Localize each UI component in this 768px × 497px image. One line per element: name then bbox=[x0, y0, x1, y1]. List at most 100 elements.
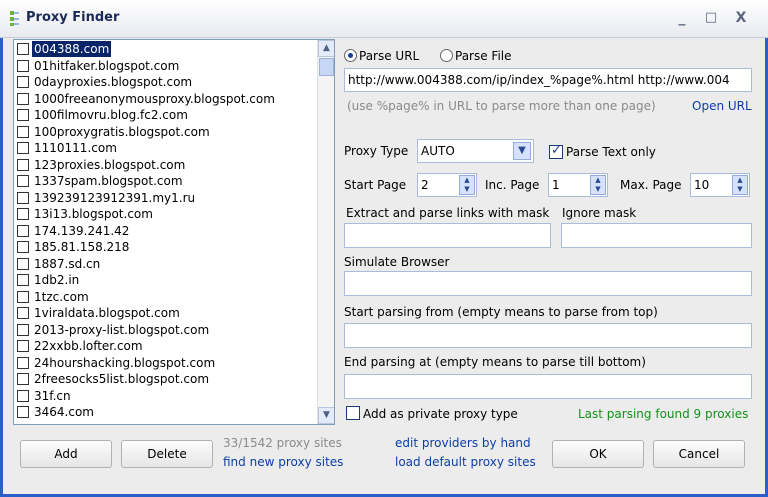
scroll-up-button[interactable]: ▲ bbox=[318, 40, 334, 57]
list-item[interactable]: 139239123912391.my1.ru bbox=[14, 190, 319, 206]
chevron-down-icon[interactable]: ▼ bbox=[513, 142, 531, 160]
site-name: 22xxbb.lofter.com bbox=[34, 339, 143, 353]
site-checkbox[interactable] bbox=[17, 76, 29, 88]
site-name: 2freesocks5list.blogspot.com bbox=[34, 372, 210, 386]
list-scrollbar[interactable]: ▲ ▼ bbox=[317, 40, 334, 424]
site-name: 004388.com bbox=[30, 40, 113, 58]
site-checkbox[interactable] bbox=[17, 125, 29, 138]
site-checkbox[interactable] bbox=[17, 307, 29, 319]
add-button[interactable]: Add bbox=[20, 440, 112, 468]
spin-arrows-icon[interactable]: ▲ ▼ bbox=[459, 175, 475, 195]
max-page-stepper[interactable]: 10 ▲ ▼ bbox=[690, 173, 750, 197]
scroll-down-button[interactable]: ▼ bbox=[318, 407, 334, 424]
find-new-sites-link[interactable]: find new proxy sites bbox=[223, 455, 343, 469]
site-checkbox[interactable] bbox=[17, 43, 29, 55]
list-item[interactable]: 13i13.blogspot.com bbox=[14, 206, 319, 222]
site-name: 123proxies.blogspot.com bbox=[34, 157, 186, 172]
site-name: 100filmovru.blog.fc2.com bbox=[34, 108, 188, 122]
list-item[interactable]: 1110111.com bbox=[14, 140, 319, 156]
site-checkbox[interactable] bbox=[17, 142, 29, 154]
list-item[interactable]: 1887.sd.cn bbox=[14, 256, 319, 272]
ok-button[interactable]: OK bbox=[552, 440, 644, 468]
site-name: 1db2.in bbox=[34, 273, 80, 287]
site-checkbox[interactable] bbox=[17, 208, 29, 220]
spin-arrows-icon[interactable]: ▲ ▼ bbox=[590, 175, 606, 195]
site-checkbox[interactable] bbox=[17, 241, 29, 253]
site-name: 1viraldata.blogspot.com bbox=[34, 306, 180, 320]
load-default-link[interactable]: load default proxy sites bbox=[395, 455, 536, 469]
site-checkbox[interactable] bbox=[17, 373, 29, 385]
site-checkbox[interactable] bbox=[17, 158, 29, 171]
end-parsing-input[interactable] bbox=[344, 374, 752, 399]
site-name: 1337spam.blogspot.com bbox=[34, 174, 183, 188]
site-checkbox[interactable] bbox=[17, 389, 29, 402]
maximize-button[interactable]: □ bbox=[700, 8, 722, 30]
start-page-stepper[interactable]: 2 ▲ ▼ bbox=[417, 173, 477, 197]
site-checkbox[interactable] bbox=[17, 356, 29, 369]
simulate-browser-input[interactable] bbox=[344, 271, 752, 296]
extract-mask-input[interactable] bbox=[344, 223, 551, 248]
list-item[interactable]: 01hitfaker.blogspot.com bbox=[14, 58, 319, 74]
ignore-mask-input[interactable] bbox=[561, 223, 752, 248]
site-checkbox[interactable] bbox=[17, 323, 29, 336]
start-page-label: Start Page bbox=[344, 178, 407, 192]
list-item[interactable]: 100proxygratis.blogspot.com bbox=[14, 124, 319, 140]
list-item[interactable]: 174.139.241.42 bbox=[14, 223, 319, 239]
site-checkbox[interactable] bbox=[17, 290, 29, 303]
list-item[interactable]: 123proxies.blogspot.com bbox=[14, 157, 319, 173]
list-item[interactable]: 2freesocks5list.blogspot.com bbox=[14, 371, 319, 387]
url-hint: (use %page% in URL to parse more than on… bbox=[347, 99, 656, 113]
list-item[interactable]: 31f.cn bbox=[14, 388, 319, 404]
site-checkbox[interactable] bbox=[17, 406, 29, 418]
inc-page-stepper[interactable]: 1 ▲ ▼ bbox=[548, 173, 608, 197]
spin-arrows-icon[interactable]: ▲ ▼ bbox=[732, 175, 748, 195]
list-item[interactable]: 24hourshacking.blogspot.com bbox=[14, 355, 319, 371]
parse-file-label[interactable]: Parse File bbox=[455, 49, 512, 63]
site-checkbox[interactable] bbox=[17, 274, 29, 286]
site-checkbox[interactable] bbox=[17, 59, 29, 72]
list-item[interactable]: 3464.com bbox=[14, 404, 319, 420]
list-item[interactable]: 004388.com bbox=[14, 40, 319, 58]
list-item[interactable]: 1337spam.blogspot.com bbox=[14, 173, 319, 189]
delete-button[interactable]: Delete bbox=[121, 440, 213, 468]
site-checkbox[interactable] bbox=[17, 224, 29, 237]
private-proxy-label[interactable]: Add as private proxy type bbox=[363, 407, 518, 421]
open-url-link[interactable]: Open URL bbox=[692, 99, 752, 113]
parse-text-only-label[interactable]: Parse Text only bbox=[566, 145, 656, 159]
proxy-type-select[interactable]: AUTO ▼ bbox=[417, 139, 534, 163]
cancel-button[interactable]: Cancel bbox=[653, 440, 745, 468]
start-parsing-input[interactable] bbox=[344, 323, 752, 348]
proxy-site-list[interactable]: 004388.com 01hitfaker.blogspot.com 0daypro… bbox=[13, 39, 335, 425]
site-checkbox[interactable] bbox=[17, 109, 29, 121]
title-bar[interactable]: Proxy Finder _ □ X bbox=[0, 0, 768, 38]
list-item[interactable]: 1db2.in bbox=[14, 272, 319, 288]
list-item[interactable]: 100filmovru.blog.fc2.com bbox=[14, 107, 319, 123]
minimize-button[interactable]: _ bbox=[671, 8, 693, 30]
parse-url-radio[interactable] bbox=[344, 49, 357, 62]
list-item[interactable]: 22xxbb.lofter.com bbox=[14, 338, 319, 354]
parse-url-label[interactable]: Parse URL bbox=[359, 49, 419, 63]
site-checkbox[interactable] bbox=[17, 175, 29, 187]
site-checkbox[interactable] bbox=[17, 92, 29, 105]
url-input[interactable]: http://www.004388.com/ip/index_%page%.ht… bbox=[344, 68, 752, 92]
site-checkbox[interactable] bbox=[17, 191, 29, 204]
edit-by-hand-link[interactable]: edit providers by hand bbox=[395, 436, 531, 450]
extract-mask-label: Extract and parse links with mask bbox=[346, 206, 550, 220]
site-name: 1110111.com bbox=[34, 141, 117, 155]
private-proxy-checkbox[interactable] bbox=[346, 406, 360, 420]
site-name: 174.139.241.42 bbox=[34, 223, 130, 238]
parse-file-radio[interactable] bbox=[440, 49, 453, 62]
site-name: 1887.sd.cn bbox=[34, 256, 101, 271]
list-item[interactable]: 1000freeanonymousproxy.blogspot.com bbox=[14, 91, 319, 107]
list-item[interactable]: 0dayproxies.blogspot.com bbox=[14, 74, 319, 90]
site-checkbox[interactable] bbox=[17, 340, 29, 352]
list-item[interactable]: 1viraldata.blogspot.com bbox=[14, 305, 319, 321]
list-item[interactable]: 2013-proxy-list.blogspot.com bbox=[14, 322, 319, 338]
scroll-thumb[interactable] bbox=[319, 58, 334, 76]
start-page-value: 2 bbox=[421, 178, 429, 192]
site-checkbox[interactable] bbox=[17, 257, 29, 270]
list-item[interactable]: 1tzc.com bbox=[14, 289, 319, 305]
close-button[interactable]: X bbox=[730, 8, 752, 30]
parse-text-only-checkbox[interactable] bbox=[549, 143, 563, 159]
list-item[interactable]: 185.81.158.218 bbox=[14, 239, 319, 255]
